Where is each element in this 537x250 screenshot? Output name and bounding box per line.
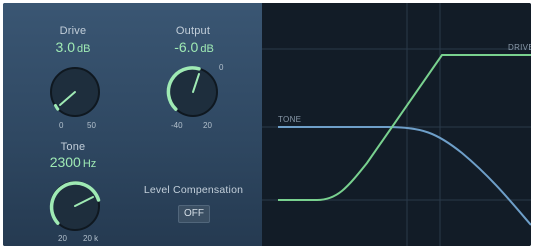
transfer-curve-display: TONE DRIVE [262, 3, 531, 246]
drive-curve-label: DRIVE [508, 43, 531, 52]
tone-curve-label: TONE [278, 115, 302, 124]
graph-grid [262, 3, 531, 246]
curve-graph-svg [262, 3, 531, 246]
tone-unit: Hz [82, 158, 97, 170]
level-compensation-toggle[interactable]: OFF [178, 205, 210, 223]
output-zero-tick: 0 [219, 63, 224, 72]
drive-value: 3.0 [55, 39, 75, 55]
output-value: -6.0 [174, 39, 199, 55]
drive-unit: dB [77, 43, 91, 55]
tone-value-readout[interactable]: 2300 Hz [33, 154, 113, 170]
output-unit: dB [200, 43, 214, 55]
output-min-tick: -40 [171, 121, 183, 130]
drive-knob[interactable] [48, 65, 102, 119]
output-label: Output [175, 25, 211, 37]
drive-max-tick: 50 [87, 121, 96, 130]
drive-value-readout[interactable]: 3.0 dB [38, 39, 108, 55]
tone-curve [278, 126, 531, 226]
tone-label: Tone [60, 141, 86, 153]
output-value-readout[interactable]: -6.0 dB [156, 39, 232, 55]
output-knob[interactable] [166, 65, 220, 119]
tone-max-tick: 20 k [83, 234, 99, 243]
drive-label: Drive [59, 25, 87, 37]
controls-panel: Drive 3.0 dB 0 50 Output -6.0 dB 0 -40 2… [3, 3, 262, 246]
tone-min-tick: 20 [58, 234, 67, 243]
distortion-plugin-window: Drive 3.0 dB 0 50 Output -6.0 dB 0 -40 2… [3, 3, 531, 246]
tone-value: 2300 [49, 154, 81, 170]
tone-knob[interactable] [48, 179, 102, 233]
drive-min-tick: 0 [59, 121, 64, 130]
output-max-tick: 20 [203, 121, 212, 130]
level-compensation-label: Level Compensation [143, 184, 244, 196]
